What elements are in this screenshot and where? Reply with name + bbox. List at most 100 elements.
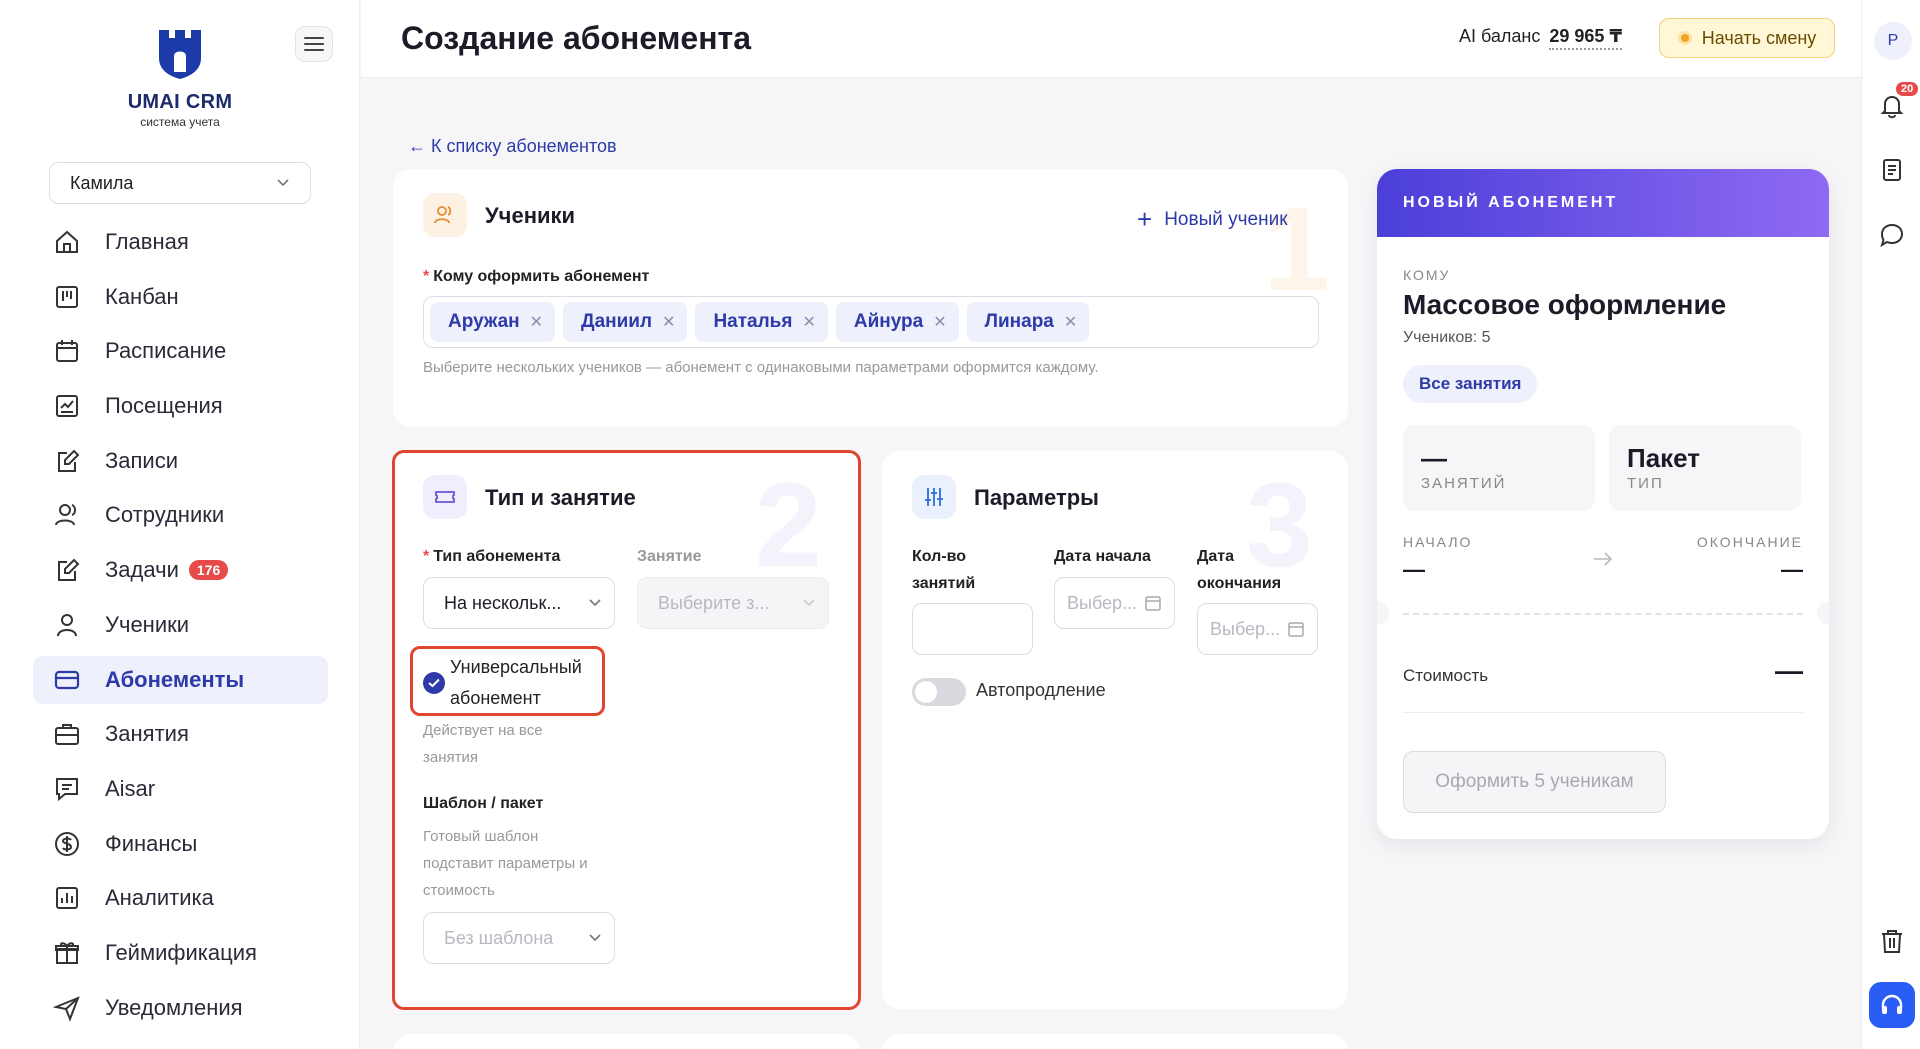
remove-chip-icon[interactable]: ✕ [802,312,815,332]
nav-label: Aisar [105,775,156,801]
chevron-down-icon [277,179,289,187]
type-label: * Тип абонемента [423,548,561,565]
students-hint: Выберите нескольких учеников — абонемент… [423,359,1099,376]
lesson-select[interactable]: Выберите з... [637,577,829,629]
nav-item-records[interactable]: Записи [33,437,328,485]
nav-item-gamification[interactable]: Геймификация [33,929,328,977]
support-button[interactable] [1869,982,1915,1028]
chat-icon [56,777,78,802]
subscription-type-select[interactable]: На нескольк... [423,577,615,629]
students-icon-wrap [423,193,467,237]
menu-toggle-button[interactable] [295,26,333,62]
nav-item-students[interactable]: Ученики [33,601,328,649]
page-title: Создание абонемента [401,20,752,56]
start-shift-button[interactable]: Начать смену [1659,18,1835,58]
right-rail: Р 20 [1861,0,1920,1049]
attendance-icon [56,395,78,418]
new-student-label: Новый ученик [1164,208,1288,230]
headset-icon [1881,994,1903,1014]
remove-chip-icon[interactable]: ✕ [1064,312,1077,332]
summary-to-value: Массовое оформление [1403,289,1727,320]
chevron-down-icon [589,599,601,607]
nav-item-schedule[interactable]: Расписание [33,327,328,375]
sliders-icon [925,488,943,506]
chevron-down-icon [803,599,815,607]
ai-balance[interactable]: AI баланс 29 965 ₸ [1459,26,1622,50]
lesson-select-placeholder: Выберите з... [658,592,770,613]
remove-chip-icon[interactable]: ✕ [530,312,543,332]
bell-icon[interactable] [1878,92,1906,120]
student-icon [57,613,77,637]
start-value: — [1403,557,1425,582]
calendar-icon [1288,622,1304,637]
lessons-label: ЗАНЯТИЙ [1421,475,1507,492]
plus-icon: + [1137,204,1153,234]
start-date-placeholder: Выбер... [1067,592,1138,613]
toggle-knob [915,681,937,703]
nav-item-finance[interactable]: Финансы [33,820,328,868]
students-multiselect[interactable]: Аружан ✕ Даниил ✕ Наталья ✕ Айнура ✕ Линара ✕ [423,296,1319,348]
message-icon[interactable] [1878,221,1906,249]
nav-item-aisar[interactable]: Aisar [33,765,328,813]
lessons-value: — [1421,443,1447,473]
arrow-right-icon [1594,552,1613,566]
student-chip[interactable]: Наталья ✕ [695,302,828,342]
nav-item-lessons[interactable]: Занятия [33,710,328,758]
chevron-down-icon [589,934,601,942]
avatar[interactable]: Р [1874,22,1912,60]
ticket-notch-left [1377,601,1389,625]
end-date-input[interactable]: Выбер... [1197,603,1318,655]
next-card-right [882,1034,1348,1049]
universal-label[interactable]: Универсальный абонемент [450,652,582,714]
nav-label: Записи [105,447,179,473]
template-select[interactable]: Без шаблона [423,912,615,964]
nav-label: Расписание [105,338,227,364]
user-select[interactable]: Камила [49,162,311,204]
tasks-count-badge: 176 [188,560,229,581]
summary-card: НОВЫЙ АБОНЕМЕНТ КОМУ Массовое оформление… [1377,169,1829,839]
nav-item-notifications[interactable]: Уведомления [33,984,328,1032]
end-date-placeholder: Выбер... [1210,618,1281,639]
logo-subtitle: система учета [140,115,220,129]
users-icon [434,206,452,224]
remove-chip-icon[interactable]: ✕ [662,312,675,332]
student-chip[interactable]: Аружан ✕ [430,302,556,342]
card-icon [54,670,80,689]
logo[interactable]: UMAI CRM система учета [118,28,242,129]
nav-item-tasks[interactable]: Задачи 176 [33,546,328,594]
student-chip[interactable]: Даниил ✕ [563,302,688,342]
castle-logo-icon [159,30,201,79]
hamburger-icon [304,37,324,51]
end-label: ОКОНЧАНИЕ [1696,534,1803,550]
student-chip[interactable]: Айнура ✕ [835,302,959,342]
trash-icon[interactable] [1878,927,1906,955]
student-chip[interactable]: Линара ✕ [966,302,1090,342]
universal-checkbox[interactable] [423,672,445,694]
summary-divider [1403,613,1803,615]
lesson-count-input[interactable] [912,603,1033,655]
lesson-label: Занятие [637,548,702,565]
nav-item-subscriptions[interactable]: Абонементы [33,655,328,704]
summary-header: НОВЫЙ АБОНЕМЕНТ [1377,169,1829,237]
nav-item-kanban[interactable]: Канбан [33,273,328,321]
nav-item-home[interactable]: Главная [33,218,328,266]
sidebar: UMAI CRM система учета Камила Главная Ка… [0,0,360,1049]
nav-item-analytics[interactable]: Аналитика [33,874,328,922]
new-student-button[interactable]: + Новый ученик [1137,204,1288,235]
type-select-value: На нескольк... [444,592,562,613]
remove-chip-icon[interactable]: ✕ [933,312,946,332]
user-select-value: Камила [70,172,134,193]
back-to-subscriptions-link[interactable]: ← К списку абонементов [408,136,617,157]
students-card-title: Ученики [485,203,576,228]
start-date-input[interactable]: Выбер... [1054,577,1175,629]
submit-subscriptions-button[interactable]: Оформить 5 ученикам [1403,751,1666,813]
autorenew-toggle[interactable] [912,678,966,706]
document-icon[interactable] [1878,156,1906,184]
nav-item-attendance[interactable]: Посещения [33,382,328,430]
type-box: Пакет ТИП [1609,425,1801,511]
nav-item-staff[interactable]: Сотрудники [33,491,328,539]
top-header: Создание абонемента AI баланс 29 965 ₸ Н… [361,0,1861,78]
template-hint: Готовый шаблон подставит параметры и сто… [423,828,588,899]
cost-divider [1403,712,1803,713]
nav-label: Геймификация [105,939,257,965]
